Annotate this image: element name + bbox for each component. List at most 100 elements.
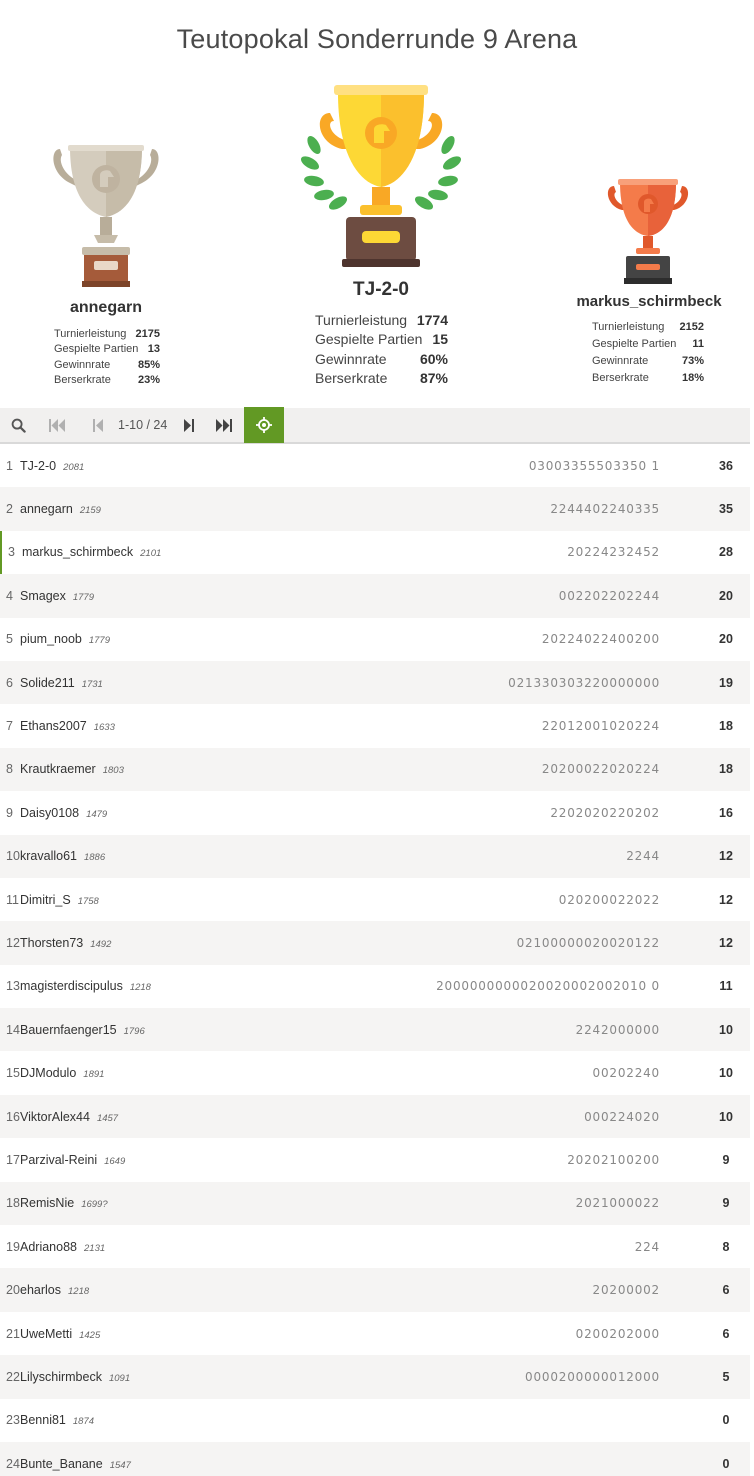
player[interactable]: RemisNie 1699?: [20, 1196, 576, 1210]
player[interactable]: pium_noob 1779: [20, 632, 542, 646]
total-score: 18: [719, 719, 733, 734]
player[interactable]: Lilyschirmbeck 1091: [20, 1370, 525, 1384]
player-name[interactable]: ViktorAlex44: [20, 1110, 90, 1124]
player-rating: 1874: [72, 1416, 95, 1428]
player-name[interactable]: RemisNie: [20, 1196, 74, 1210]
last-page-icon[interactable]: [204, 408, 244, 442]
player[interactable]: Bunte_Banane 1547: [20, 1457, 660, 1471]
player-name[interactable]: DJModulo: [20, 1066, 76, 1080]
player-name[interactable]: Solide211: [20, 676, 75, 690]
player[interactable]: Adriano88 2131: [20, 1240, 635, 1254]
table-row[interactable]: 3 markus_schirmbeck 2101 20224232452 28: [0, 530, 750, 575]
table-row[interactable]: 14 Bauernfaenger15 1796 2242000000 10: [0, 1008, 750, 1052]
player[interactable]: Daisy0108 1479: [20, 806, 550, 820]
table-row[interactable]: 1 TJ-2-0 2081 03003355503350 1 36: [0, 444, 750, 488]
score-sheet: 224: [634, 1239, 660, 1254]
table-row[interactable]: 10 kravallo61 1886 2244 12: [0, 834, 750, 878]
player[interactable]: Smagex 1779: [20, 589, 559, 603]
table-row[interactable]: 19 Adriano88 2131 224 8: [0, 1225, 750, 1269]
rank: 12: [6, 935, 20, 950]
table-row[interactable]: 20 eharlos 1218 20200002 6: [0, 1268, 750, 1312]
target-icon[interactable]: [244, 407, 284, 443]
player-name[interactable]: Adriano88: [20, 1240, 77, 1254]
podium-first-name[interactable]: TJ-2-0: [312, 279, 450, 301]
player[interactable]: Krautkraemer 1803: [20, 762, 542, 776]
player-name[interactable]: Ethans2007: [20, 719, 87, 733]
table-row[interactable]: 7 Ethans2007 1633 22012001020224 18: [0, 704, 750, 748]
table-row[interactable]: 18 RemisNie 1699? 2021000022 9: [0, 1181, 750, 1226]
player[interactable]: DJModulo 1891: [20, 1066, 593, 1080]
player-name[interactable]: Dimitri_S: [20, 893, 71, 907]
player-name[interactable]: kravallo61: [20, 849, 77, 863]
player[interactable]: TJ-2-0 2081: [20, 459, 529, 473]
table-row[interactable]: 6 Solide211 1731 021330303220000000 19: [0, 660, 750, 705]
next-page-icon[interactable]: [174, 408, 204, 442]
table-row[interactable]: 5 pium_noob 1779 20224022400200 20: [0, 617, 750, 661]
player[interactable]: eharlos 1218: [20, 1283, 593, 1297]
search-icon[interactable]: [0, 408, 36, 442]
player-name[interactable]: Benni81: [20, 1413, 66, 1427]
prev-page-icon[interactable]: [78, 408, 118, 442]
score-sheet: 020200022022: [558, 892, 660, 907]
table-row[interactable]: 22 Lilyschirmbeck 1091 0000200000012000 5: [0, 1355, 750, 1399]
player-name[interactable]: Lilyschirmbeck: [20, 1370, 102, 1384]
player[interactable]: magisterdiscipulus 1218: [20, 979, 436, 993]
table-row[interactable]: 8 Krautkraemer 1803 20200022020224 18: [0, 747, 750, 792]
player-name[interactable]: markus_schirmbeck: [22, 545, 133, 559]
stat-label: Gespielte Partien: [592, 338, 677, 350]
player[interactable]: Solide211 1731: [20, 676, 508, 690]
player-rating: 1886: [83, 852, 106, 864]
table-row[interactable]: 2 annegarn 2159 2244402240335 35: [0, 487, 750, 531]
table-row[interactable]: 23 Benni81 1874 0: [0, 1398, 750, 1442]
total-score: 6: [722, 1326, 730, 1341]
score-sheet: 021330303220000000: [508, 675, 660, 690]
podium-third-name[interactable]: markus_schirmbeck: [570, 293, 728, 310]
table-row[interactable]: 24 Bunte_Banane 1547 0: [0, 1441, 750, 1476]
player-name[interactable]: Parzival-Reini: [20, 1153, 97, 1167]
player-name[interactable]: Bauernfaenger15: [20, 1023, 117, 1037]
podium-second-name[interactable]: annegarn: [40, 299, 172, 317]
table-row[interactable]: 4 Smagex 1779 002202202244 20: [0, 574, 750, 618]
player[interactable]: Dimitri_S 1758: [20, 893, 559, 907]
table-row[interactable]: 12 Thorsten73 1492 02100000020020122 12: [0, 921, 750, 965]
table-row[interactable]: 21 UweMetti 1425 0200202000 6: [0, 1311, 750, 1356]
player-name[interactable]: Krautkraemer: [20, 762, 96, 776]
total-score: 0: [722, 1456, 730, 1471]
player[interactable]: Ethans2007 1633: [20, 719, 542, 733]
stat-value: 2152: [679, 321, 704, 333]
table-row[interactable]: 13 magisterdiscipulus 1218 2000000000020020…: [0, 964, 750, 1009]
player[interactable]: ViktorAlex44 1457: [20, 1110, 584, 1124]
player[interactable]: kravallo61 1886: [20, 849, 626, 863]
player-name[interactable]: annegarn: [20, 502, 73, 516]
player-name[interactable]: pium_noob: [20, 632, 82, 646]
table-row[interactable]: 15 DJModulo 1891 00202240 10: [0, 1051, 750, 1095]
table-row[interactable]: 16 ViktorAlex44 1457 000224020 10: [0, 1094, 750, 1139]
player-name[interactable]: Smagex: [20, 589, 66, 603]
total-score: 16: [719, 805, 733, 820]
player[interactable]: markus_schirmbeck 2101: [22, 545, 567, 559]
player-name[interactable]: UweMetti: [20, 1327, 72, 1341]
player-name[interactable]: Thorsten73: [20, 936, 83, 950]
podium-second-stats: Turnierleistung 2175 Gespielte Partien 13 …: [54, 327, 160, 388]
player[interactable]: Benni81 1874: [20, 1413, 660, 1427]
player-name[interactable]: Bunte_Banane: [20, 1457, 103, 1471]
rank: 5: [6, 632, 13, 647]
player-name[interactable]: eharlos: [20, 1283, 61, 1297]
table-row[interactable]: 9 Daisy0108 1479 2202020220202 16: [0, 791, 750, 835]
first-page-icon[interactable]: [36, 408, 78, 442]
stat-label: Turnierleistung: [592, 321, 665, 333]
player-rating: 1633: [93, 722, 115, 734]
player[interactable]: Parzival-Reini 1649: [20, 1153, 567, 1167]
player-name[interactable]: TJ-2-0: [20, 459, 56, 473]
table-row[interactable]: 11 Dimitri_S 1758 020200022022 12: [0, 877, 750, 922]
stat-label: Gespielte Partien: [54, 343, 139, 356]
standings-table: 1 TJ-2-0 2081 03003355503350 1 36 2 annegarn 21…: [0, 444, 750, 1476]
player[interactable]: Thorsten73 1492: [20, 936, 517, 950]
player[interactable]: Bauernfaenger15 1796: [20, 1023, 576, 1037]
player-name[interactable]: magisterdiscipulus: [20, 979, 123, 993]
table-row[interactable]: 17 Parzival-Reini 1649 20202100200 9: [0, 1138, 750, 1182]
player[interactable]: UweMetti 1425: [20, 1327, 576, 1341]
player[interactable]: annegarn 2159: [20, 502, 550, 516]
player-name[interactable]: Daisy0108: [20, 806, 79, 820]
player-rating: 2081: [63, 461, 85, 473]
